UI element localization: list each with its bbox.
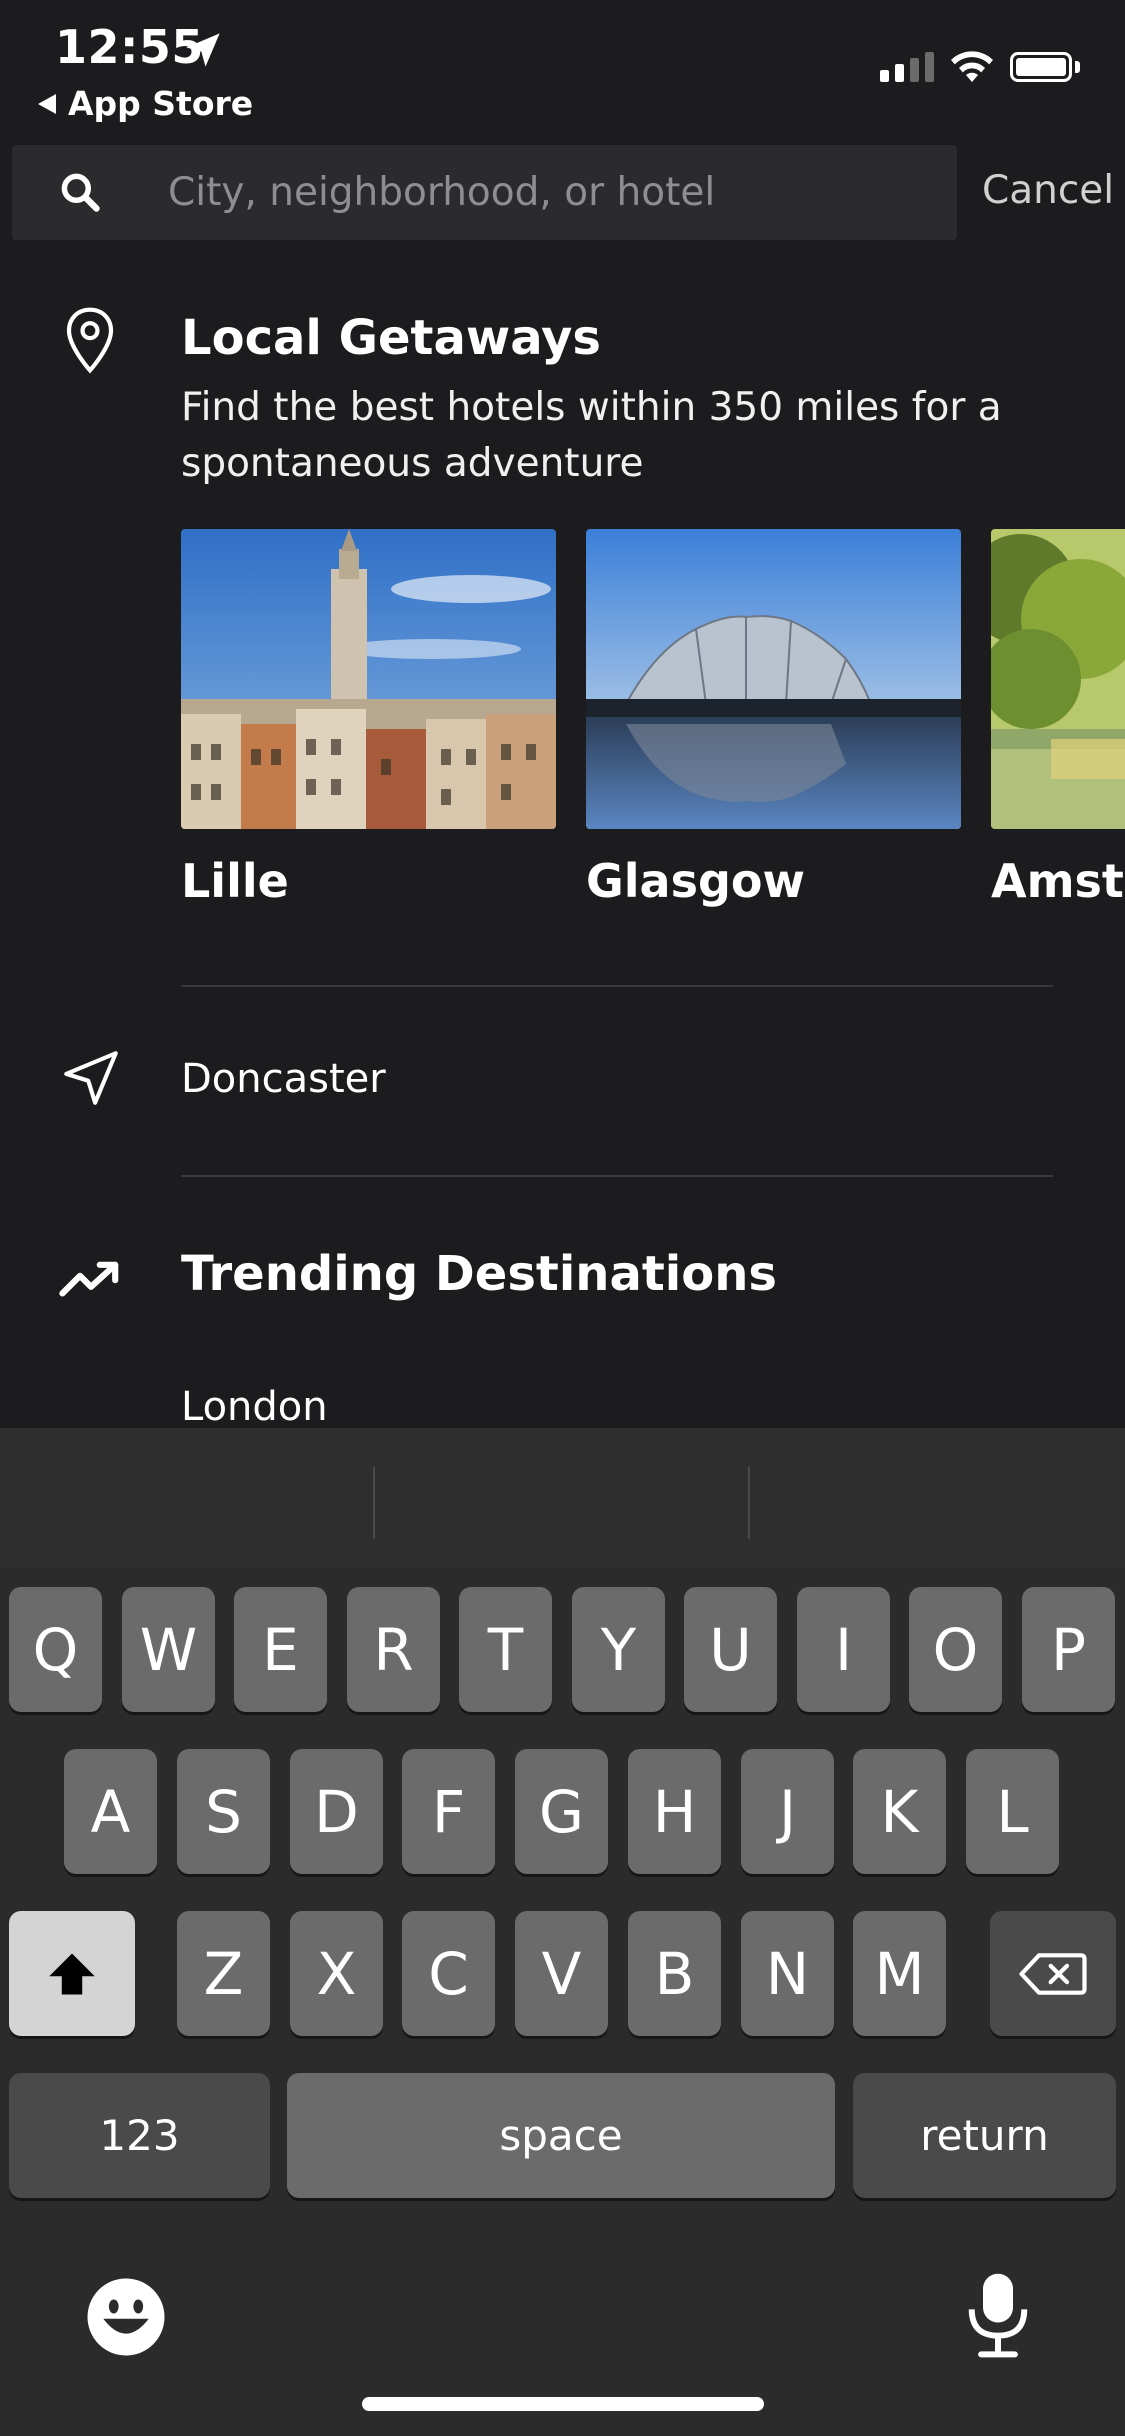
backspace-icon [1019, 1952, 1087, 1995]
key-s[interactable]: S [177, 1749, 270, 1874]
city-card-lille-label[interactable]: Lille [181, 854, 289, 908]
key-v[interactable]: V [515, 1911, 608, 2036]
key-g[interactable]: G [515, 1749, 608, 1874]
trending-up-icon [59, 1261, 119, 1297]
key-p[interactable]: P [1022, 1587, 1115, 1712]
trending-item-london[interactable]: London [181, 1384, 328, 1430]
key-x[interactable]: X [290, 1911, 383, 2036]
city-card-lille-image[interactable] [181, 529, 556, 829]
key-y[interactable]: Y [572, 1587, 665, 1712]
return-key[interactable]: return [853, 2073, 1116, 2198]
city-card-glasgow-label[interactable]: Glasgow [586, 854, 805, 908]
microphone-icon[interactable] [960, 2270, 1036, 2360]
key-a[interactable]: A [64, 1749, 157, 1874]
backspace-key[interactable] [990, 1911, 1116, 2036]
key-u[interactable]: U [684, 1587, 777, 1712]
numbers-key[interactable]: 123 [9, 2073, 270, 2198]
local-getaways-description: Find the best hotels within 350 miles fo… [181, 385, 1002, 486]
local-getaways-title: Local Getaways [181, 310, 601, 366]
key-m[interactable]: M [853, 1911, 946, 2036]
trending-destinations-title: Trending Destinations [181, 1246, 777, 1302]
battery-nub [1075, 61, 1080, 73]
key-q[interactable]: Q [9, 1587, 102, 1712]
key-k[interactable]: K [853, 1749, 946, 1874]
key-t[interactable]: T [459, 1587, 552, 1712]
key-e[interactable]: E [234, 1587, 327, 1712]
back-to-app-store[interactable]: App Store [38, 84, 253, 123]
key-c[interactable]: C [402, 1911, 495, 2036]
home-indicator[interactable] [362, 2397, 764, 2411]
cellular-signal-icon [880, 52, 934, 82]
key-n[interactable]: N [741, 1911, 834, 2036]
lille-photo [181, 529, 556, 829]
key-i[interactable]: I [797, 1587, 890, 1712]
location-arrow-icon [186, 33, 220, 67]
cancel-button[interactable]: Cancel [982, 168, 1114, 213]
predictive-bar [0, 1428, 1125, 1568]
key-j[interactable]: J [741, 1749, 834, 1874]
shift-key[interactable] [9, 1911, 135, 2036]
predictive-divider [748, 1467, 750, 1539]
back-triangle-icon [38, 93, 56, 114]
key-d[interactable]: D [290, 1749, 383, 1874]
map-pin-icon [66, 307, 114, 374]
current-location-item[interactable]: Doncaster [181, 1056, 386, 1102]
key-z[interactable]: Z [177, 1911, 270, 2036]
emoji-icon[interactable] [84, 2275, 168, 2359]
key-o[interactable]: O [909, 1587, 1002, 1712]
key-f[interactable]: F [402, 1749, 495, 1874]
city-card-glasgow-image[interactable] [586, 529, 961, 829]
back-app-label: App Store [68, 84, 254, 123]
key-b[interactable]: B [628, 1911, 721, 2036]
key-h[interactable]: H [628, 1749, 721, 1874]
divider [181, 985, 1053, 987]
key-r[interactable]: R [347, 1587, 440, 1712]
glasgow-photo [586, 529, 961, 829]
search-icon [61, 173, 100, 212]
navigation-arrow-icon [64, 1051, 118, 1105]
city-card-amsterdam-label[interactable]: Amste [991, 854, 1125, 908]
shift-icon [49, 1953, 95, 1994]
key-l[interactable]: L [966, 1749, 1059, 1874]
key-w[interactable]: W [122, 1587, 215, 1712]
space-key[interactable]: space [287, 2073, 835, 2198]
search-input[interactable] [168, 150, 928, 235]
city-card-amsterdam-image[interactable] [991, 529, 1125, 829]
wifi-icon [951, 51, 993, 82]
divider [181, 1175, 1053, 1177]
battery-icon [1010, 52, 1072, 82]
amsterdam-photo [991, 529, 1125, 829]
status-time: 12:55 [55, 20, 204, 74]
predictive-divider [373, 1467, 375, 1539]
